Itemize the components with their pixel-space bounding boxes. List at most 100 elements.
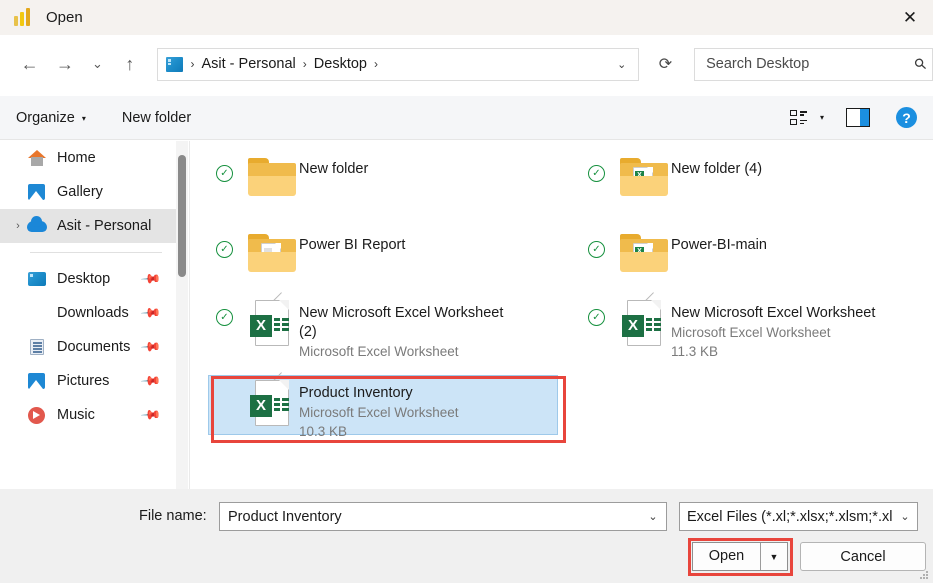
pin-icon[interactable]: 📌 — [140, 302, 162, 325]
documents-icon — [26, 337, 48, 357]
file-type-filter-value: Excel Files (*.xl;*.xlsx;*.xlsm;*.xlsl — [687, 508, 893, 525]
up-button[interactable]: ↑ — [112, 46, 147, 82]
title-bar: Open ✕ — [0, 0, 933, 35]
resize-grip[interactable] — [920, 571, 929, 580]
file-list-item[interactable]: ✓ XPower-BI-main — [562, 225, 933, 272]
onedrive-synced-icon: ✓ — [216, 309, 233, 326]
folder-icon: X — [617, 225, 671, 272]
file-name: New folder (4) — [671, 161, 763, 177]
excel-file-icon: X — [245, 292, 299, 352]
sidebar-item-pictures[interactable]: Pictures 📌 — [0, 364, 176, 398]
file-name-label: File name: — [139, 508, 207, 524]
pin-icon[interactable]: 📌 — [140, 404, 162, 427]
file-type-filter[interactable]: Excel Files (*.xl;*.xlsx;*.xlsm;*.xlsl ⌄ — [679, 502, 918, 531]
file-list-item[interactable]: ✓ XNew folder (4) — [562, 149, 933, 196]
search-box[interactable]: ⚲ — [694, 47, 933, 81]
onedrive-synced-icon: ✓ — [216, 165, 233, 182]
folder-icon — [245, 149, 299, 196]
breadcrumb-item-account[interactable]: Asit - Personal — [201, 56, 295, 72]
pin-icon[interactable]: 📌 — [140, 268, 162, 291]
sidebar-divider — [30, 252, 162, 253]
file-type-label: Microsoft Excel Worksheet — [299, 405, 459, 420]
breadcrumb-item-desktop[interactable]: Desktop — [314, 56, 367, 72]
cancel-button[interactable]: Cancel — [800, 542, 926, 571]
chevron-down-icon[interactable]: ▾ — [820, 113, 824, 122]
power-bi-icon — [14, 7, 34, 28]
desktop-icon — [166, 56, 184, 72]
file-list-item[interactable]: ✓ New folder — [190, 149, 562, 196]
open-file-dialog: Open ✕ ← → ⌄ ↑ › Asit - Personal › Deskt… — [0, 0, 933, 583]
sidebar-scrollbar[interactable] — [176, 141, 188, 489]
open-button[interactable]: Open ▼ — [692, 542, 788, 571]
navigation-bar: ← → ⌄ ↑ › Asit - Personal › Desktop › ⌄ … — [0, 35, 933, 93]
file-size-label: 11.3 KB — [671, 344, 719, 359]
file-list-item[interactable]: ✓ Power BI Report — [190, 225, 562, 272]
chevron-down-icon[interactable]: ⌄ — [640, 510, 666, 523]
sidebar-item-desktop[interactable]: Desktop 📌 — [0, 262, 176, 296]
chevron-right-icon[interactable]: › — [10, 220, 26, 232]
sidebar-item-downloads[interactable]: Downloads 📌 — [0, 296, 176, 330]
pictures-icon — [26, 371, 48, 391]
sidebar-item-label: Music — [57, 407, 95, 423]
file-list-item[interactable]: ✓ X New Microsoft Excel Worksheet (2) Micro… — [190, 292, 562, 361]
onedrive-synced-icon: ✓ — [588, 165, 605, 182]
organize-button[interactable]: Organize ▾ — [16, 110, 86, 126]
sidebar-item-label: Desktop — [57, 271, 111, 287]
preview-pane-icon[interactable] — [846, 108, 870, 127]
sidebar-scroll-thumb[interactable] — [178, 155, 186, 277]
sidebar-item-documents[interactable]: Documents 📌 — [0, 330, 176, 364]
open-dropdown-arrow-icon[interactable]: ▼ — [761, 552, 787, 562]
open-button-label[interactable]: Open — [693, 543, 761, 570]
file-name: Power BI Report — [299, 237, 406, 253]
breadcrumb-separator: › — [373, 57, 378, 71]
view-options-icon[interactable] — [789, 110, 808, 125]
pin-icon[interactable]: 📌 — [140, 336, 162, 359]
folder-icon: X — [617, 149, 671, 196]
back-button[interactable]: ← — [12, 46, 47, 82]
file-name-input[interactable] — [220, 508, 640, 525]
file-name: New Microsoft Excel Worksheet — [671, 305, 876, 321]
pin-icon[interactable]: 📌 — [140, 370, 162, 393]
file-list[interactable]: ✓New folder✓XNew folder (4)✓Power BI Rep… — [189, 141, 933, 489]
file-list-item[interactable]: ✓ X New Microsoft Excel Worksheet Microsoft… — [562, 292, 933, 361]
gallery-icon — [26, 182, 48, 202]
file-name-field[interactable]: ⌄ — [219, 502, 667, 531]
excel-file-icon: X — [245, 372, 299, 432]
sidebar-item-label: Asit - Personal — [57, 218, 152, 234]
sidebar-item-home[interactable]: Home — [0, 141, 176, 175]
file-name: Product Inventory — [299, 385, 413, 401]
onedrive-synced-icon: ✓ — [588, 241, 605, 258]
file-list-item-selected[interactable]: ✓XProduct InventoryMicrosoft Excel Works… — [190, 372, 562, 441]
file-name: Power-BI-main — [671, 237, 767, 253]
sidebar-item-music[interactable]: Music 📌 — [0, 398, 176, 432]
new-folder-button[interactable]: New folder — [122, 110, 191, 126]
navigation-sidebar[interactable]: Home Gallery › Asit - Personal Desktop 📌 Downl… — [0, 141, 176, 489]
breadcrumb-separator: › — [190, 57, 195, 71]
breadcrumb-separator: › — [302, 57, 307, 71]
recent-locations-button[interactable]: ⌄ — [83, 46, 112, 82]
help-icon[interactable]: ? — [896, 107, 917, 128]
chevron-down-icon[interactable]: ⌄ — [608, 58, 636, 71]
file-type-label: Microsoft Excel Worksheet — [671, 325, 831, 340]
organize-label: Organize — [16, 109, 75, 126]
desktop-icon — [26, 269, 48, 289]
forward-button[interactable]: → — [47, 46, 82, 82]
sidebar-item-label: Documents — [57, 339, 131, 355]
sidebar-item-asit-personal[interactable]: › Asit - Personal — [0, 209, 176, 243]
sidebar-item-label: Downloads — [57, 305, 129, 321]
chevron-down-icon: ▾ — [81, 114, 86, 123]
refresh-icon[interactable]: ⟳ — [647, 48, 684, 81]
folder-icon — [245, 225, 299, 272]
chevron-down-icon[interactable]: ⌄ — [893, 510, 917, 523]
file-name: New folder — [299, 161, 369, 177]
search-input[interactable] — [706, 56, 916, 72]
sidebar-item-label: Gallery — [57, 184, 103, 200]
onedrive-synced-icon: ✓ — [216, 241, 233, 258]
address-bar[interactable]: › Asit - Personal › Desktop › ⌄ — [157, 47, 639, 81]
file-name: New Microsoft Excel Worksheet (2) — [299, 305, 504, 340]
file-type-label: Microsoft Excel Worksheet — [299, 344, 459, 359]
excel-file-icon: X — [617, 292, 671, 352]
sidebar-item-label: Home — [57, 150, 96, 166]
sidebar-item-gallery[interactable]: Gallery — [0, 175, 176, 209]
close-icon[interactable]: ✕ — [887, 0, 933, 35]
